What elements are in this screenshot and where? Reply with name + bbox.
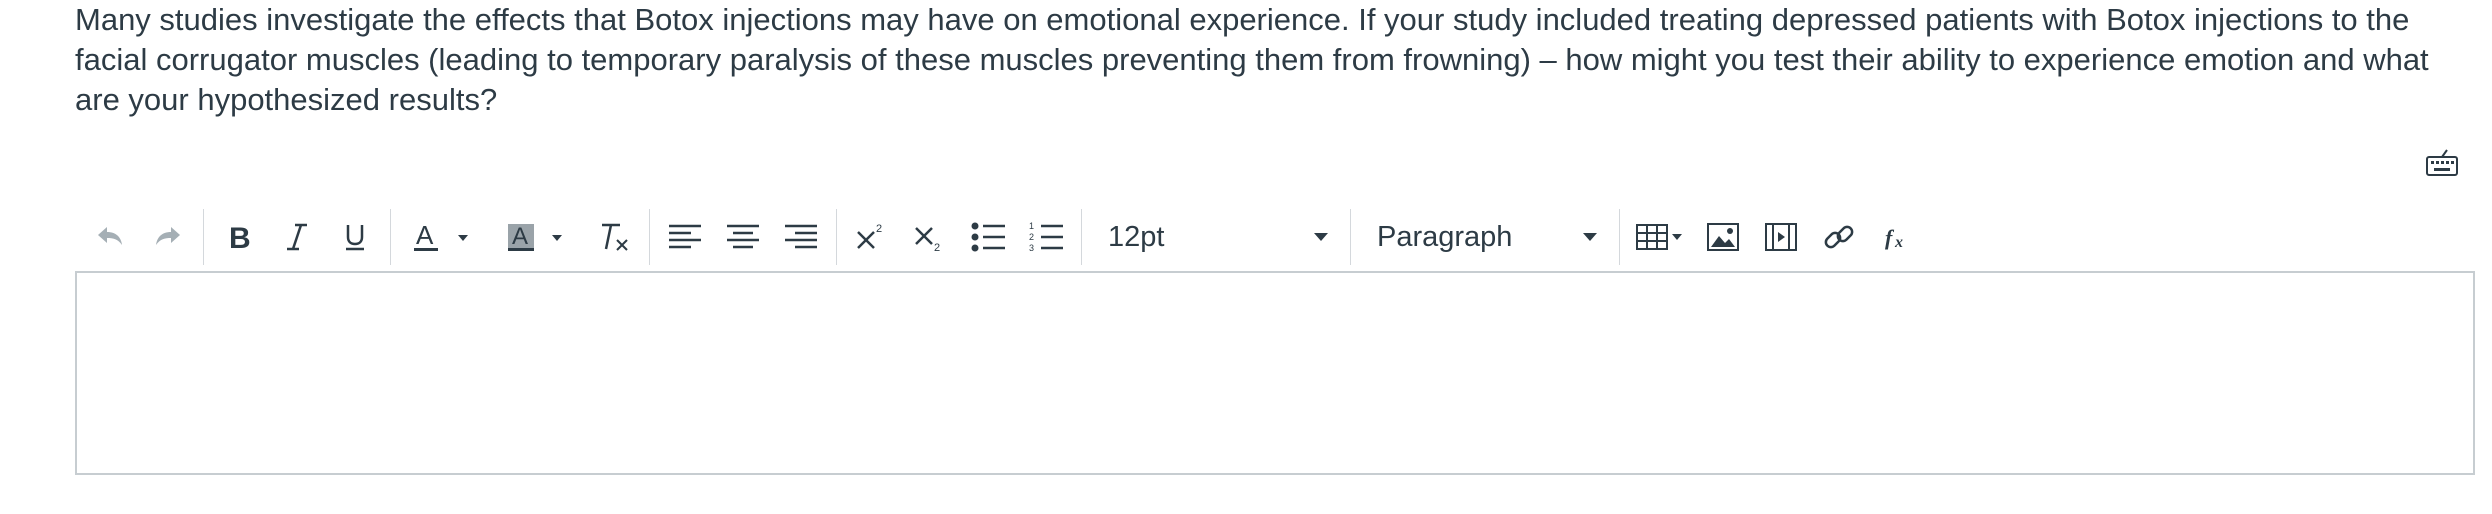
svg-text:1: 1 [1029,221,1034,231]
color-group: A A [391,209,650,265]
table-button[interactable] [1626,211,1694,263]
font-size-select[interactable]: 12pt [1088,211,1344,263]
align-center-icon [727,224,759,249]
media-icon [1765,223,1797,251]
font-size-value: 12pt [1108,220,1165,253]
image-button[interactable] [1694,211,1752,263]
chevron-down-icon [1314,233,1328,241]
alignment-group [650,209,837,265]
insert-group: f x [1620,209,1932,265]
clear-formatting-icon [602,223,628,251]
subscript-button[interactable]: 2 [901,211,959,263]
align-left-icon [669,224,701,249]
formatting-group: B [204,209,391,265]
redo-button[interactable] [139,211,197,263]
bullet-list-button[interactable] [959,211,1017,263]
svg-text:B: B [229,222,251,252]
svg-text:A: A [512,223,528,250]
question-text: Many studies investigate the effects tha… [75,2,2429,117]
link-button[interactable] [1810,211,1868,263]
image-icon [1707,223,1739,251]
svg-text:3: 3 [1029,243,1034,253]
keyboard-icon [2426,149,2458,176]
superscript-icon: 2 [857,223,882,249]
block-format-value: Paragraph [1377,220,1513,253]
italic-button[interactable] [268,211,326,263]
subscript-icon: 2 [915,227,940,252]
equation-icon: f x [1885,225,1903,251]
font-size-group: 12pt [1082,209,1351,265]
svg-text:A: A [416,222,434,250]
undo-button[interactable] [81,211,139,263]
keyboard-shortcuts-button[interactable] [2424,148,2460,178]
align-center-button[interactable] [714,211,772,263]
undo-icon [98,227,122,245]
svg-text:2: 2 [1029,232,1034,242]
chevron-down-icon [1583,233,1597,241]
rich-text-editor-area[interactable] [75,271,2475,475]
align-left-button[interactable] [656,211,714,263]
history-group [75,209,204,265]
editor-toolbar: B A A 2 2 1 2 3 12pt Paragraph f x [75,206,2475,268]
text-color-icon: A [414,222,468,251]
bold-button[interactable]: B [210,211,268,263]
numbered-list-icon: 123 [1029,221,1063,253]
table-icon [1636,224,1682,250]
svg-text:2: 2 [934,242,940,252]
redo-icon [156,227,180,245]
script-list-group: 2 2 123 [837,209,1082,265]
numbered-list-button[interactable]: 123 [1017,211,1075,263]
bullet-list-icon [971,222,1005,252]
text-color-button[interactable]: A [397,211,491,263]
background-color-button[interactable]: A [491,211,585,263]
underline-button[interactable] [326,211,384,263]
underline-icon [346,225,364,251]
align-right-button[interactable] [772,211,830,263]
italic-icon [287,223,307,251]
media-button[interactable] [1752,211,1810,263]
block-format-group: Paragraph [1351,209,1620,265]
svg-text:f: f [1885,225,1895,250]
clear-formatting-button[interactable] [585,211,643,263]
link-icon [1824,225,1854,249]
align-right-icon [785,224,817,249]
equation-button[interactable]: f x [1868,211,1926,263]
bold-icon: B [229,222,251,252]
background-color-icon: A [508,223,562,251]
svg-text:x: x [1894,234,1903,251]
svg-text:2: 2 [876,223,882,235]
block-format-select[interactable]: Paragraph [1357,211,1613,263]
superscript-button[interactable]: 2 [843,211,901,263]
